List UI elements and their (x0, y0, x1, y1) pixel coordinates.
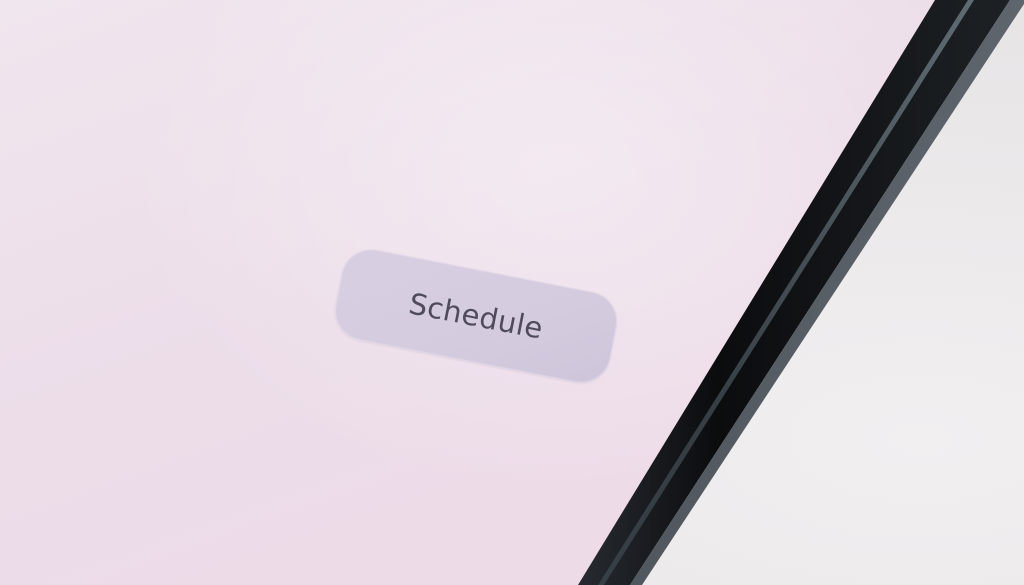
photo-scene: Schedule (0, 0, 1024, 585)
schedule-button-label: Schedule (406, 286, 546, 346)
